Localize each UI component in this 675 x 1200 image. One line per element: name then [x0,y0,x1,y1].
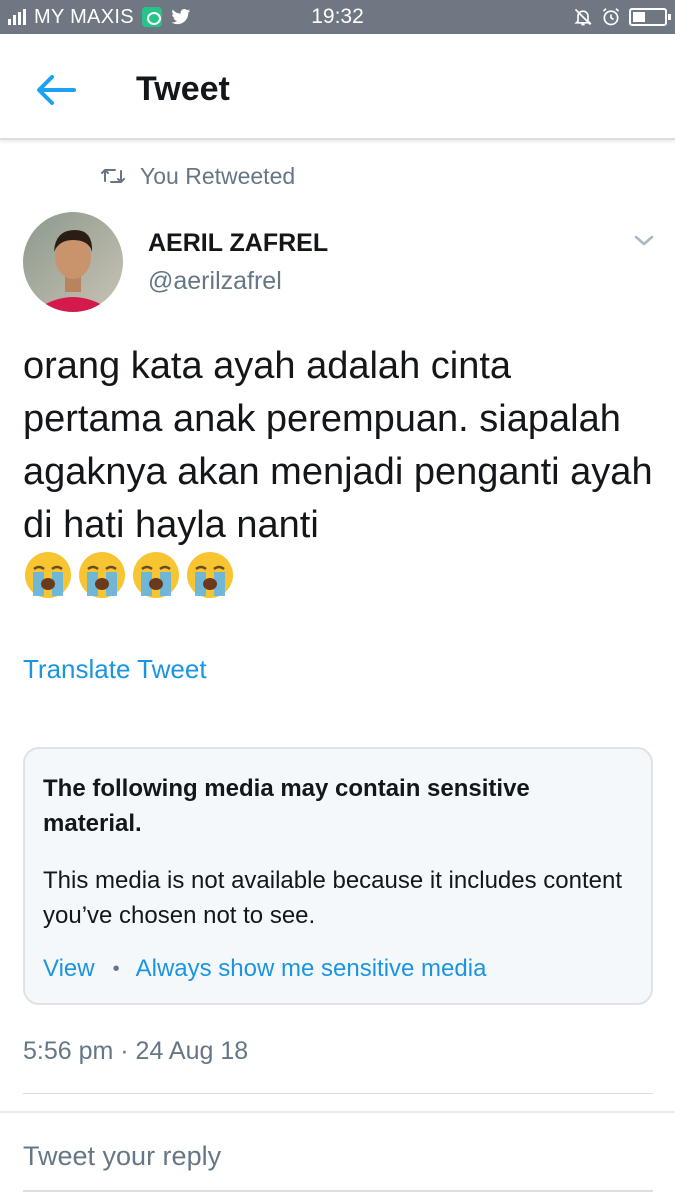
chevron-down-icon [634,235,654,246]
divider [23,1093,653,1094]
more-options-button[interactable] [630,228,658,252]
loudly-crying-face-icon [133,552,179,598]
mute-icon [574,8,592,26]
avatar[interactable] [23,212,123,312]
view-media-link[interactable]: View [43,955,95,983]
status-bar: MY MAXIS 19:32 [0,0,675,34]
sensitive-media-title: The following media may contain sensitiv… [43,775,530,837]
retweet-indicator: You Retweeted [100,160,295,192]
loudly-crying-face-icon [79,552,125,598]
tweet-text: orang kata ayah adalah cinta pertama ana… [23,345,653,546]
back-button[interactable] [30,70,80,110]
battery-icon [629,8,671,26]
retweet-label: You Retweeted [140,162,296,189]
back-arrow-icon [37,75,76,105]
loudly-crying-face-icon [187,552,233,598]
separator-dot: • [112,957,120,980]
reply-input[interactable]: Tweet your reply [23,1141,221,1172]
reply-underline [23,1190,653,1192]
alarm-icon [602,8,620,26]
sensitive-media-body: This media is not available because it i… [43,867,622,929]
always-show-sensitive-link[interactable]: Always show me sensitive media [136,955,487,983]
sensitive-media-actions: View • Always show me sensitive media [43,955,486,983]
author-name[interactable]: AERIL ZAFREL [148,229,328,258]
translate-tweet-link[interactable]: Translate Tweet [23,654,207,685]
loudly-crying-face-icon [25,552,71,598]
emoji-row [23,550,235,600]
tweet-timestamp: 5:56 pm · 24 Aug 18 [23,1037,249,1065]
author-handle[interactable]: @aerilzafrel [148,267,282,296]
avatar-image [23,212,123,312]
status-bar-right [573,6,671,28]
page-title: Tweet [136,70,230,108]
section-divider [0,1111,675,1113]
sensitive-media-card: The following media may contain sensitiv… [23,747,653,1005]
top-app-bar: Tweet [0,34,675,140]
retweet-icon [101,169,125,183]
